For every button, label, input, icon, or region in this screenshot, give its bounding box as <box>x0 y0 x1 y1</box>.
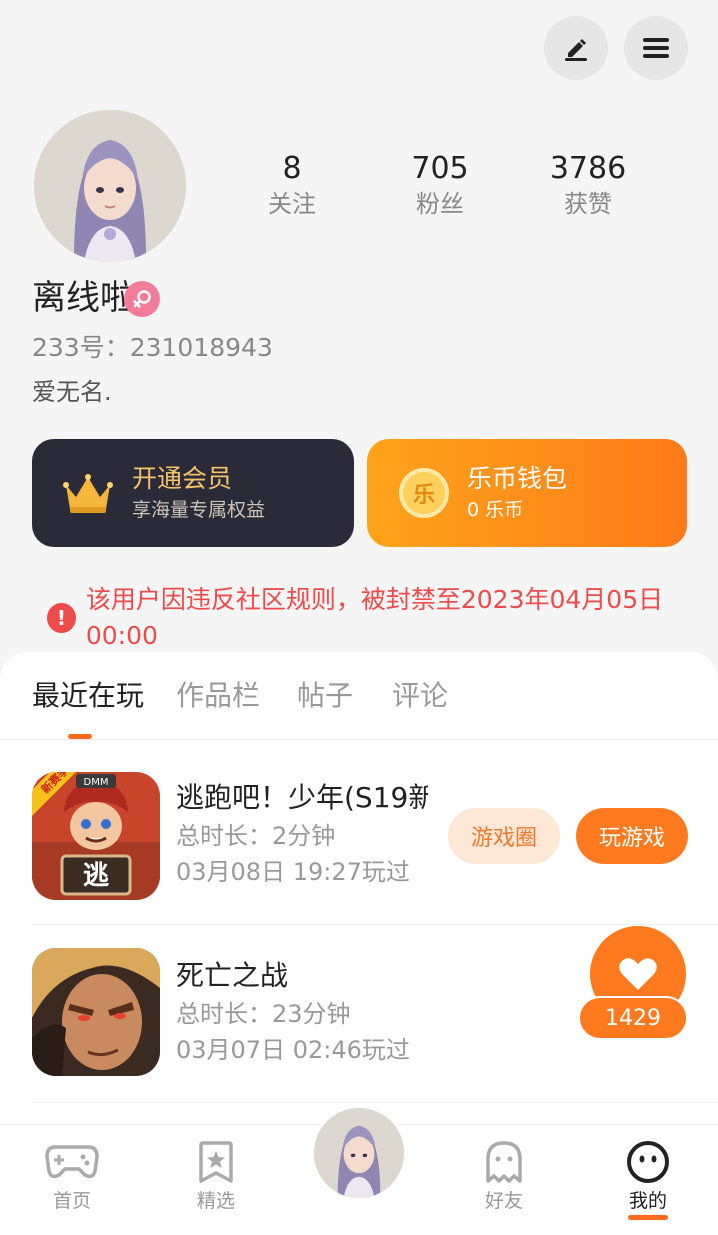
following-stat[interactable]: 8 关注 <box>232 150 352 220</box>
avatar <box>314 1108 404 1198</box>
coin-icon: 乐 <box>399 468 449 518</box>
username: 离线啦 <box>32 278 134 318</box>
vip-title: 开通会员 <box>132 464 233 493</box>
user-bio: 爱无名. <box>32 378 112 406</box>
tab-works[interactable]: 作品栏 <box>176 676 260 716</box>
tab-bar: 最近在玩 作品栏 帖子 评论 <box>0 652 718 740</box>
nav-home-label: 首页 <box>52 1190 91 1212</box>
following-count: 8 <box>282 151 302 186</box>
crown-icon <box>63 474 113 513</box>
list-divider <box>32 1102 718 1103</box>
like-count: 1429 <box>578 996 688 1040</box>
nav-me-label: 我的 <box>628 1190 667 1212</box>
game-icon-brand: DMM <box>84 777 109 788</box>
wallet-balance: 0 乐币 <box>467 499 524 521</box>
vip-subtitle: 享海量专属权益 <box>132 499 266 521</box>
smiley-face-icon <box>620 1139 676 1185</box>
avatar-illustration <box>34 110 186 262</box>
nav-center-avatar[interactable] <box>310 1104 408 1202</box>
nav-friends-label: 好友 <box>484 1190 523 1212</box>
ban-notice: ! 该用户因违反社区规则，被封禁至2023年04月05日 00:00 <box>47 582 718 654</box>
menu-button[interactable] <box>624 16 688 80</box>
game-title: 死亡之战 <box>176 959 289 992</box>
tab-recently-played[interactable]: 最近在玩 <box>32 676 144 716</box>
play-game-button[interactable]: 玩游戏 <box>576 808 688 864</box>
warning-icon: ! <box>47 603 76 633</box>
tab-posts[interactable]: 帖子 <box>297 676 353 716</box>
wallet-title: 乐币钱包 <box>467 464 568 493</box>
nav-home[interactable]: 首页 <box>27 1139 117 1215</box>
game-item[interactable]: 逃 DMM 新赛季 逃跑吧！少年(S19新… 总时长：2分钟 03月08日 19… <box>0 748 718 924</box>
game-duration: 总时长：2分钟 <box>176 822 336 850</box>
followers-stat[interactable]: 705 粉丝 <box>380 150 500 220</box>
game-title: 逃跑吧！少年(S19新… <box>176 781 428 814</box>
nav-active-indicator <box>628 1215 668 1220</box>
ban-notice-text: 该用户因违反社区规则，被封禁至2023年04月05日 00:00 <box>85 585 664 650</box>
pencil-icon <box>565 39 587 61</box>
gamepad-icon <box>44 1139 100 1185</box>
game-last-played: 03月08日 19:27玩过 <box>176 858 410 886</box>
tab-active-indicator <box>68 734 92 739</box>
ghost-icon <box>476 1139 532 1185</box>
likes-count: 3786 <box>549 151 627 186</box>
wallet-card[interactable]: 乐 乐币钱包 0 乐币 <box>367 439 687 547</box>
followers-count: 705 <box>411 151 469 186</box>
game-circle-button[interactable]: 游戏圈 <box>448 808 560 864</box>
likes-label: 获赞 <box>564 190 612 218</box>
vip-card[interactable]: 开通会员 享海量专属权益 <box>32 439 354 547</box>
nav-featured[interactable]: 精选 <box>171 1139 261 1215</box>
star-bookmark-icon <box>188 1139 244 1185</box>
game-icon-deathwar[interactable] <box>32 948 160 1076</box>
profile-avatar[interactable] <box>34 110 186 262</box>
heart-icon <box>619 958 657 990</box>
female-icon <box>124 281 160 317</box>
followers-label: 粉丝 <box>416 190 464 218</box>
nav-friends[interactable]: 好友 <box>459 1139 549 1215</box>
hamburger-menu-icon <box>643 38 669 58</box>
list-divider <box>32 924 718 925</box>
nav-featured-label: 精选 <box>196 1190 235 1212</box>
nav-me[interactable]: 我的 <box>603 1139 693 1220</box>
edit-profile-button[interactable] <box>544 16 608 80</box>
following-label: 关注 <box>268 190 316 218</box>
game-icon-tag: 逃 <box>83 861 109 891</box>
game-last-played: 03月07日 02:46玩过 <box>176 1036 410 1064</box>
game-icon-escape[interactable]: 逃 DMM 新赛季 <box>32 772 160 900</box>
user-id: 233号：231018943 <box>32 333 273 362</box>
tab-comments[interactable]: 评论 <box>392 676 448 716</box>
like-widget[interactable]: 1429 <box>578 926 690 1044</box>
coin-glyph: 乐 <box>412 483 435 508</box>
game-duration: 总时长：23分钟 <box>176 1000 351 1028</box>
likes-stat[interactable]: 3786 获赞 <box>528 150 648 220</box>
